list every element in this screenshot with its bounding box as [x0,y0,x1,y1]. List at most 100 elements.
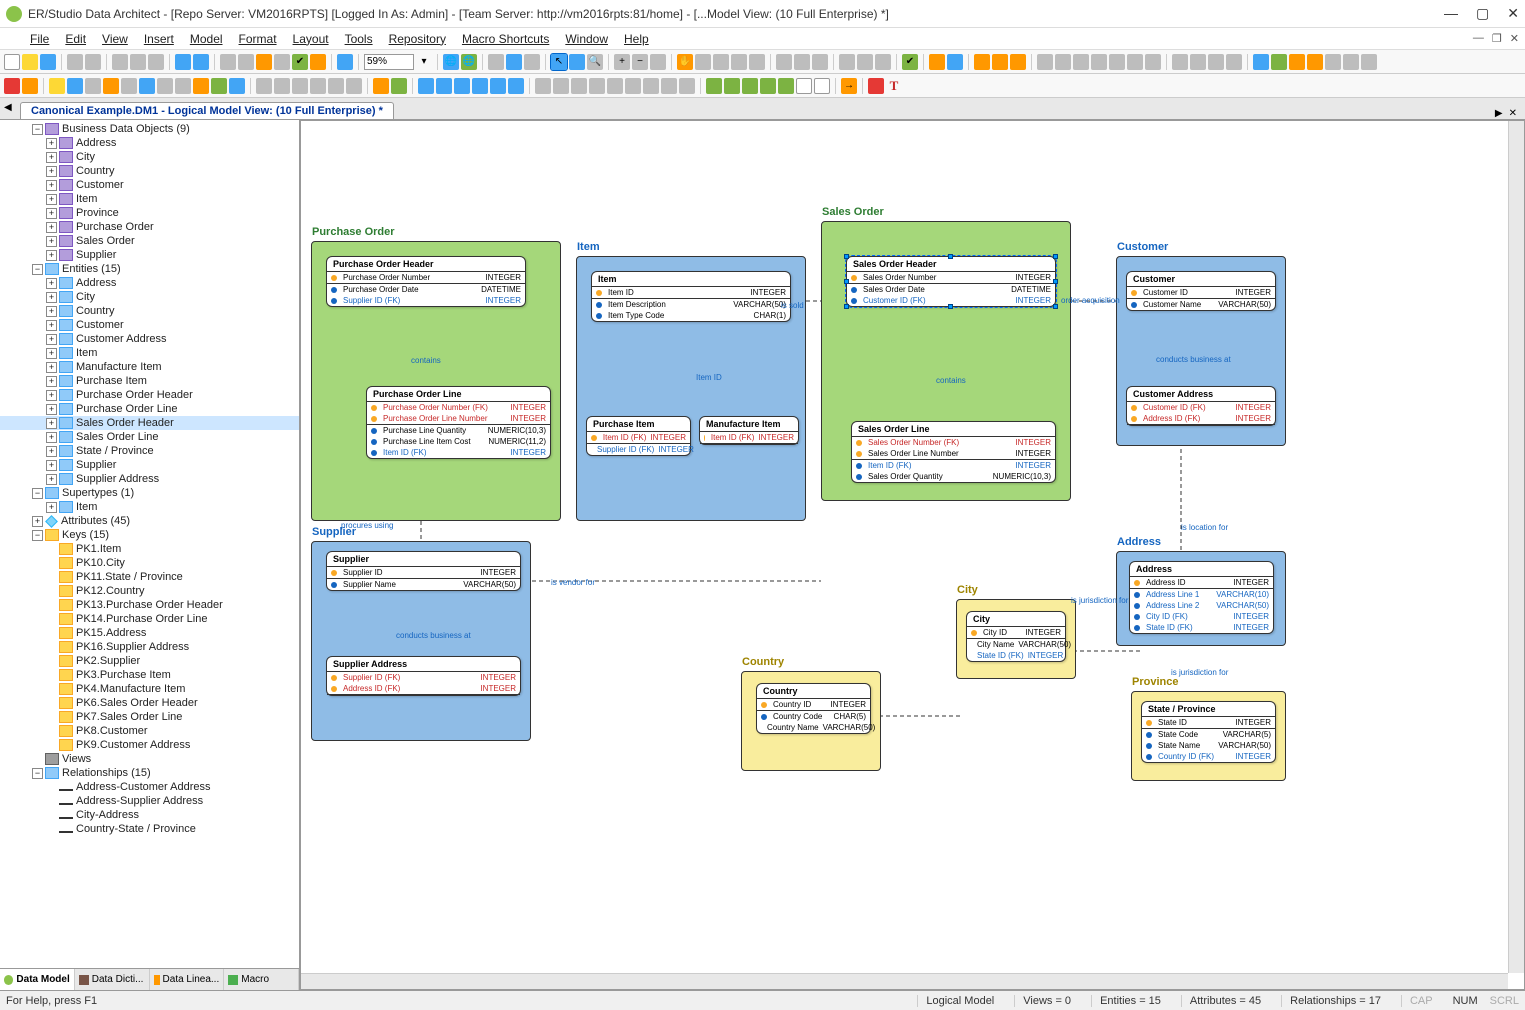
rel8-icon[interactable] [661,78,677,94]
misc2-icon[interactable] [1271,54,1287,70]
tree-item[interactable]: PK9.Customer Address [0,738,299,752]
rel6-icon[interactable] [625,78,641,94]
zoom-dropdown-icon[interactable]: ▾ [416,54,432,70]
menu-tools[interactable]: Tools [339,30,379,48]
t2-icon[interactable] [713,54,729,70]
save-icon[interactable] [40,54,56,70]
layer-icon[interactable] [488,54,504,70]
rel5-icon[interactable] [607,78,623,94]
t5-icon[interactable] [776,54,792,70]
tree-item[interactable]: +Country [0,304,299,318]
tree-item[interactable]: +Country [0,164,299,178]
diag1-icon[interactable] [418,78,434,94]
tree-item[interactable]: +Sales Order Header [0,416,299,430]
folder3-icon[interactable] [1010,54,1026,70]
tree-item[interactable]: +Sales Order [0,234,299,248]
m1-icon[interactable] [4,78,20,94]
shape-image-icon[interactable] [814,78,830,94]
sidebar-tab-data-model[interactable]: Data Model [0,969,75,990]
text-tool-icon[interactable]: T [886,78,902,94]
entity-supplier[interactable]: SupplierSupplier IDINTEGERSupplier NameV… [326,551,521,591]
tree-item[interactable]: +Attributes (45) [0,514,299,528]
menu-layout[interactable]: Layout [287,30,335,48]
tab-nav-right-icon[interactable]: ▶ [1495,108,1503,119]
misc6-icon[interactable] [1343,54,1359,70]
mdi-close[interactable]: ✕ [1510,32,1519,45]
grp-icon[interactable] [373,78,389,94]
tree-item[interactable]: −Supertypes (1) [0,486,299,500]
print-icon[interactable] [67,54,83,70]
obj3-icon[interactable] [1208,54,1224,70]
tool-e-icon[interactable]: ✔ [292,54,308,70]
folder2-icon[interactable] [992,54,1008,70]
tree-item[interactable]: +Address [0,136,299,150]
misc4-icon[interactable] [1307,54,1323,70]
maximize-button[interactable]: ▢ [1476,5,1489,22]
zoom-tool-icon[interactable]: 🔍 [587,54,603,70]
net1-icon[interactable] [1037,54,1053,70]
m2-icon[interactable] [22,78,38,94]
tree-item[interactable]: PK6.Sales Order Header [0,696,299,710]
rel2-icon[interactable] [553,78,569,94]
tree-item[interactable]: PK10.City [0,556,299,570]
align3-icon[interactable] [292,78,308,94]
minimize-button[interactable]: — [1444,5,1458,22]
tool-a-icon[interactable] [220,54,236,70]
new-icon[interactable] [4,54,20,70]
align6-icon[interactable] [346,78,362,94]
tree-item[interactable]: +Purchase Item [0,374,299,388]
entity-city[interactable]: CityCity IDINTEGERCity NameVARCHAR(50)St… [966,611,1066,662]
tree-item[interactable]: +Item [0,346,299,360]
tree-item[interactable]: PK13.Purchase Order Header [0,598,299,612]
m6-icon[interactable] [103,78,119,94]
mdi-minimize[interactable]: — [1473,32,1484,45]
tree-item[interactable]: +Purchase Order Header [0,388,299,402]
tree-item[interactable]: PK14.Purchase Order Line [0,612,299,626]
tree-item[interactable]: PK12.Country [0,584,299,598]
entity-manufacture-item[interactable]: Manufacture ItemItem ID (FK)INTEGER [699,416,799,445]
copy-icon[interactable] [130,54,146,70]
t4-icon[interactable] [749,54,765,70]
m10-icon[interactable] [175,78,191,94]
hand-icon[interactable] [569,54,585,70]
tree-item[interactable]: Address-Customer Address [0,780,299,794]
menu-edit[interactable]: Edit [59,30,92,48]
entity-sales-order-header[interactable]: Sales Order HeaderSales Order NumberINTE… [846,256,1056,307]
tree-item[interactable]: +Customer [0,318,299,332]
t9-icon[interactable] [857,54,873,70]
entity-sales-order-line[interactable]: Sales Order LineSales Order Number (FK)I… [851,421,1056,483]
obj2-icon[interactable] [1190,54,1206,70]
align2-icon[interactable] [274,78,290,94]
close-button[interactable]: ✕ [1507,5,1519,22]
globe-2-icon[interactable]: 🌐 [461,54,477,70]
m3-icon[interactable] [49,78,65,94]
obj1-icon[interactable] [1172,54,1188,70]
sidebar-tab-data-dict[interactable]: Data Dicti... [75,969,150,990]
tree-item[interactable]: +City [0,290,299,304]
tree-item[interactable]: −Entities (15) [0,262,299,276]
entity-purchase-order-line[interactable]: Purchase Order LinePurchase Order Number… [366,386,551,459]
zoom-out-icon[interactable]: − [632,54,648,70]
m11-icon[interactable] [193,78,209,94]
select-tool-icon[interactable]: ↖ [551,54,567,70]
tree-item[interactable]: +Purchase Order [0,220,299,234]
tree-item[interactable]: +Customer [0,178,299,192]
rel9-icon[interactable] [679,78,695,94]
undo-icon[interactable] [175,54,191,70]
tree-item[interactable]: +Supplier [0,458,299,472]
t10-icon[interactable] [875,54,891,70]
tree-item[interactable]: +Address [0,276,299,290]
print-preview-icon[interactable] [85,54,101,70]
diag6-icon[interactable] [508,78,524,94]
tree-item[interactable]: +Item [0,500,299,514]
shape-roundrect-icon[interactable] [724,78,740,94]
menu-model[interactable]: Model [184,30,229,48]
tree-item[interactable]: PK7.Sales Order Line [0,710,299,724]
open-icon[interactable] [22,54,38,70]
entity-country[interactable]: CountryCountry IDINTEGERCountry CodeCHAR… [756,683,871,734]
t3-icon[interactable] [731,54,747,70]
diag3-icon[interactable] [454,78,470,94]
m5-icon[interactable] [85,78,101,94]
shape-note-icon[interactable] [796,78,812,94]
shape-rect-icon[interactable] [706,78,722,94]
